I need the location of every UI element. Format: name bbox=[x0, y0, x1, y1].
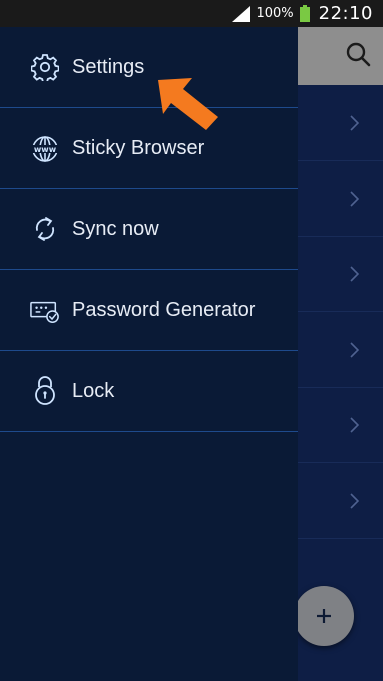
plus-icon bbox=[317, 609, 331, 623]
chevron-right-icon bbox=[350, 417, 359, 433]
chevron-right-icon bbox=[350, 266, 359, 282]
password-generator-icon bbox=[30, 296, 60, 326]
drawer-item-sticky-browser[interactable]: www Sticky Browser bbox=[0, 108, 298, 189]
signal-icon bbox=[232, 5, 251, 22]
add-button[interactable] bbox=[294, 586, 354, 646]
drawer-item-label: Settings bbox=[72, 55, 145, 78]
svg-text:www: www bbox=[34, 145, 57, 154]
drawer-item-password-generator[interactable]: Password Generator bbox=[0, 270, 298, 351]
drawer-item-label: Sync now bbox=[72, 217, 159, 240]
list-item[interactable] bbox=[298, 313, 383, 388]
list-item[interactable] bbox=[298, 388, 383, 463]
drawer-item-lock[interactable]: Lock bbox=[0, 351, 298, 432]
battery-percentage: 100% bbox=[256, 6, 294, 21]
search-icon[interactable] bbox=[345, 41, 371, 72]
chevron-right-icon bbox=[350, 191, 359, 207]
pointer-arrow-icon bbox=[158, 78, 218, 130]
app-toolbar bbox=[298, 27, 383, 85]
battery-icon bbox=[299, 5, 310, 22]
navigation-drawer: Settings www Sticky Browser Sync now Pas… bbox=[0, 27, 298, 681]
list-item[interactable] bbox=[298, 86, 383, 161]
chevron-right-icon bbox=[350, 115, 359, 131]
drawer-item-settings[interactable]: Settings bbox=[0, 27, 298, 108]
chevron-right-icon bbox=[350, 342, 359, 358]
list-item[interactable] bbox=[298, 162, 383, 237]
drawer-item-label: Sticky Browser bbox=[72, 136, 205, 159]
gear-icon bbox=[30, 52, 60, 82]
sync-icon bbox=[30, 214, 60, 244]
drawer-item-label: Lock bbox=[72, 379, 115, 402]
drawer-item-sync-now[interactable]: Sync now bbox=[0, 189, 298, 270]
list-item[interactable] bbox=[298, 237, 383, 312]
status-bar: 100% 22:10 bbox=[0, 0, 383, 27]
www-globe-icon: www bbox=[30, 134, 60, 164]
list-item[interactable] bbox=[298, 464, 383, 539]
clock: 22:10 bbox=[318, 3, 373, 24]
lock-icon bbox=[30, 375, 60, 405]
drawer-item-label: Password Generator bbox=[72, 298, 256, 321]
chevron-right-icon bbox=[350, 493, 359, 509]
